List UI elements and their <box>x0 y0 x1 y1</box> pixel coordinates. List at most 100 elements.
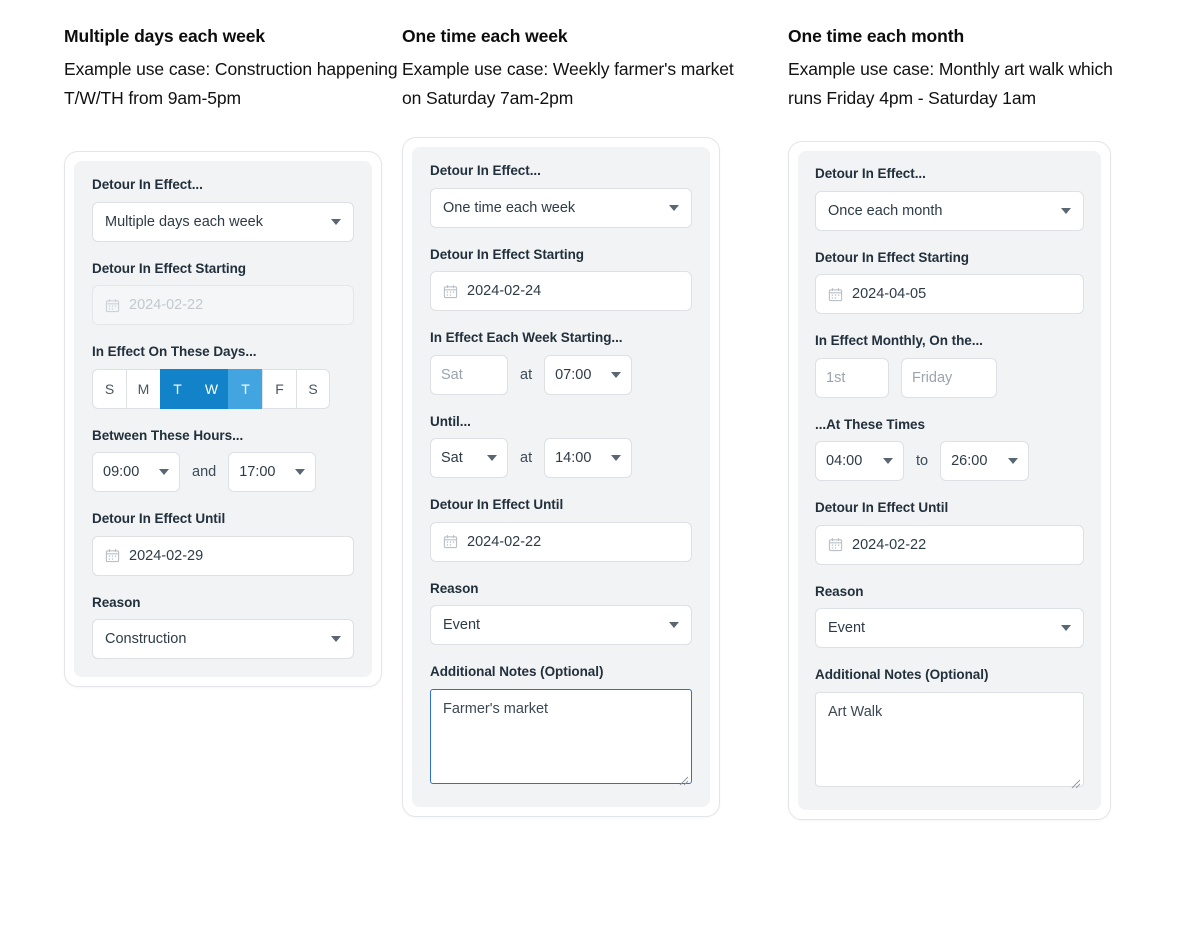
week-end-time-value: 14:00 <box>555 450 601 466</box>
calendar-icon <box>105 548 120 563</box>
starting-date-input[interactable]: 2024-02-24 <box>430 271 692 311</box>
chevron-down-icon <box>611 455 621 461</box>
field-starting-date: Detour In Effect Starting <box>92 261 354 326</box>
chevron-down-icon <box>611 372 621 378</box>
week-end-joiner-label: at <box>508 450 544 466</box>
field-at-these-times: ...At These Times 04:00 to 26:00 <box>815 417 1084 482</box>
day-toggle-friday[interactable]: F <box>262 369 296 409</box>
reason-select[interactable]: Construction <box>92 619 354 659</box>
field-monthly-on-the: In Effect Monthly, On the... 1st Friday <box>815 333 1084 398</box>
week-start-day-value: Sat <box>441 367 497 383</box>
detour-form-card: Detour In Effect... Multiple days each w… <box>64 151 382 687</box>
field-label: ...At These Times <box>815 417 1084 433</box>
field-starting-date: Detour In Effect Starting <box>430 247 692 312</box>
until-date-value: 2024-02-29 <box>129 548 341 564</box>
field-label: Detour In Effect Starting <box>815 250 1084 266</box>
calendar-icon <box>105 298 120 313</box>
monthly-weekday-select[interactable]: Friday <box>901 358 997 398</box>
chevron-down-icon <box>883 458 893 464</box>
recurrence-select[interactable]: One time each week <box>430 188 692 228</box>
detour-form-panel: Detour In Effect... One time each week D… <box>412 147 710 807</box>
field-label: In Effect Each Week Starting... <box>430 330 692 346</box>
monthly-ordinal-value: 1st <box>826 370 878 386</box>
week-end-day-value: Sat <box>441 450 477 466</box>
detour-form-card: Detour In Effect... Once each month Deto… <box>788 141 1111 820</box>
hours-from-value: 09:00 <box>103 464 149 480</box>
field-label: Additional Notes (Optional) <box>815 667 1084 683</box>
starting-date-input[interactable]: 2024-02-22 <box>92 285 354 325</box>
notes-textarea-wrapper <box>430 689 692 789</box>
field-recurrence: Detour In Effect... One time each week <box>430 163 692 228</box>
field-label: Additional Notes (Optional) <box>430 664 692 680</box>
hours-to-select[interactable]: 17:00 <box>228 452 316 492</box>
week-start-day-select[interactable]: Sat <box>430 355 508 395</box>
day-toggle-sunday[interactable]: S <box>92 369 126 409</box>
recurrence-value: Once each month <box>828 203 1051 219</box>
column-header: Multiple days each week Example use case… <box>64 28 398 113</box>
week-start-time-select[interactable]: 07:00 <box>544 355 632 395</box>
hours-to-value: 17:00 <box>239 464 285 480</box>
notes-textarea[interactable] <box>430 689 692 784</box>
column-description: Example use case: Weekly farmer's market… <box>402 55 742 114</box>
detour-form-card: Detour In Effect... One time each week D… <box>402 137 720 817</box>
field-label: Reason <box>815 584 1084 600</box>
times-from-value: 04:00 <box>826 453 873 469</box>
recurrence-select[interactable]: Multiple days each week <box>92 202 354 242</box>
times-to-select[interactable]: 26:00 <box>940 441 1029 481</box>
reason-value: Event <box>443 617 659 633</box>
reason-select[interactable]: Event <box>430 605 692 645</box>
column-title: One time each week <box>402 28 788 46</box>
chevron-down-icon <box>669 205 679 211</box>
field-week-start: In Effect Each Week Starting... Sat at 0… <box>430 330 692 395</box>
day-toggle-wednesday[interactable]: W <box>194 369 228 409</box>
day-toggle-monday[interactable]: M <box>126 369 160 409</box>
starting-date-value: 2024-02-24 <box>467 283 679 299</box>
chevron-down-icon <box>1008 458 1018 464</box>
chevron-down-icon <box>487 455 497 461</box>
column-multiple-days-each-week: Multiple days each week Example use case… <box>0 28 398 820</box>
chevron-down-icon <box>1061 208 1071 214</box>
week-end-day-select[interactable]: Sat <box>430 438 508 478</box>
until-date-input[interactable]: 2024-02-22 <box>430 522 692 562</box>
chevron-down-icon <box>669 622 679 628</box>
week-end-time-select[interactable]: 14:00 <box>544 438 632 478</box>
monthly-ordinal-select[interactable]: 1st <box>815 358 889 398</box>
field-label: Detour In Effect Starting <box>92 261 354 277</box>
recurrence-value: Multiple days each week <box>105 214 321 230</box>
field-label: Detour In Effect Until <box>92 511 354 527</box>
column-one-time-each-week: One time each week Example use case: Wee… <box>398 28 788 820</box>
reason-select[interactable]: Event <box>815 608 1084 648</box>
field-label: Reason <box>92 595 354 611</box>
notes-textarea[interactable] <box>815 692 1084 787</box>
field-label: Detour In Effect... <box>430 163 692 179</box>
reason-value: Event <box>828 620 1051 636</box>
field-label: Detour In Effect Starting <box>430 247 692 263</box>
field-additional-notes: Additional Notes (Optional) <box>815 667 1084 792</box>
field-reason: Reason Construction <box>92 595 354 660</box>
field-reason: Reason Event <box>815 584 1084 649</box>
starting-date-input[interactable]: 2024-04-05 <box>815 274 1084 314</box>
hours-from-select[interactable]: 09:00 <box>92 452 180 492</box>
field-week-end: Until... Sat at 14:00 <box>430 414 692 479</box>
field-until-date: Detour In Effect Until <box>430 497 692 562</box>
times-from-select[interactable]: 04:00 <box>815 441 904 481</box>
recurrence-value: One time each week <box>443 200 659 216</box>
field-additional-notes: Additional Notes (Optional) <box>430 664 692 789</box>
calendar-icon <box>828 537 843 552</box>
field-days-of-week: In Effect On These Days... S M T W T F S <box>92 344 354 409</box>
until-date-input[interactable]: 2024-02-29 <box>92 536 354 576</box>
calendar-icon <box>443 284 458 299</box>
recurrence-select[interactable]: Once each month <box>815 191 1084 231</box>
day-toggle-tuesday[interactable]: T <box>160 369 194 409</box>
field-label: In Effect On These Days... <box>92 344 354 360</box>
field-label: Detour In Effect... <box>92 177 354 193</box>
column-title: One time each month <box>788 28 1198 46</box>
detour-form-panel: Detour In Effect... Multiple days each w… <box>74 161 372 677</box>
until-date-input[interactable]: 2024-02-22 <box>815 525 1084 565</box>
day-toggle-saturday[interactable]: S <box>296 369 330 409</box>
field-label: Detour In Effect Until <box>430 497 692 513</box>
day-toggle-thursday[interactable]: T <box>228 369 262 409</box>
column-one-time-each-month: One time each month Example use case: Mo… <box>788 28 1198 820</box>
monthly-weekday-value: Friday <box>912 370 986 386</box>
chevron-down-icon <box>331 636 341 642</box>
